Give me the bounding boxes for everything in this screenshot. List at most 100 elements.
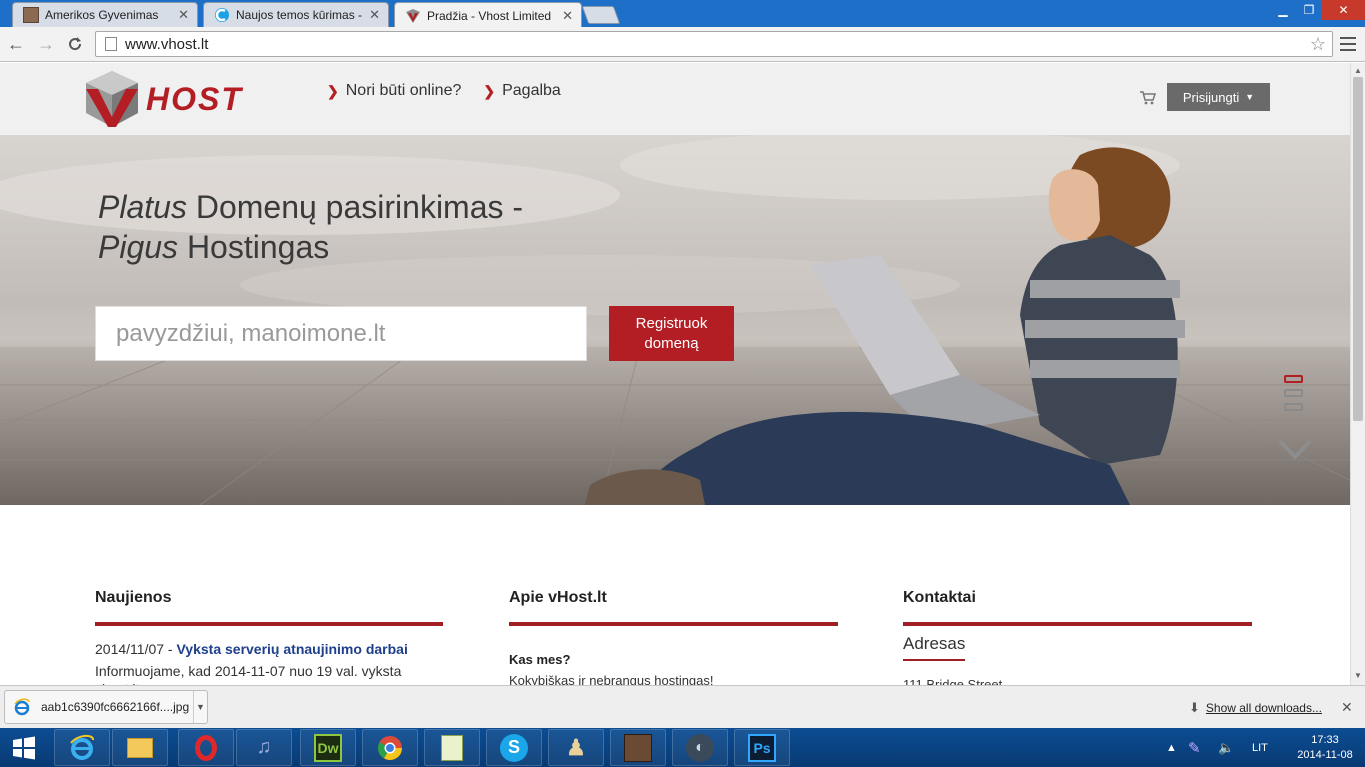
bookmark-star-icon[interactable]: ☆ <box>1310 34 1326 55</box>
taskbar-photoshop[interactable]: Ps <box>734 729 790 766</box>
tab-title: Pradžia - Vhost Limited <box>427 8 552 23</box>
language-indicator[interactable]: LIT <box>1252 728 1268 767</box>
about-answer: Kokybiškas ir nebrangus hostingas! <box>509 673 714 685</box>
taskbar-opera[interactable] <box>178 729 234 766</box>
chrome-icon <box>376 734 404 762</box>
column-heading: Apie vHost.lt <box>509 589 838 626</box>
forum-favicon-icon <box>214 7 230 23</box>
scrollbar-thumb[interactable] <box>1353 77 1363 421</box>
login-label: Prisijungti <box>1182 89 1240 105</box>
chevron-down-icon[interactable]: ▼ <box>193 691 207 723</box>
pen-icon[interactable]: ✎ <box>1188 728 1201 767</box>
vhost-logo[interactable]: HOST <box>82 69 243 129</box>
close-window-icon[interactable]: ✕ <box>1322 0 1365 20</box>
main-nav: ❯ Nori būti online? ❯ Pagalba <box>327 82 561 100</box>
address-bar[interactable]: www.vhost.lt ☆ <box>95 31 1333 57</box>
dreamweaver-icon: Dw <box>314 733 342 762</box>
domain-search-input[interactable]: pavyzdžiui, manoimone.lt <box>95 306 587 361</box>
news-title-link[interactable]: Vykstа serverių atnaujinimo darbai <box>176 641 407 657</box>
logo-text: HOST <box>146 80 243 117</box>
downloads-bar: aab1c6390fc6662166f....jpg ▼ ⬇ Show all … <box>0 685 1365 728</box>
close-icon[interactable]: ✕ <box>178 7 189 23</box>
taskbar-skype[interactable]: S <box>486 729 542 766</box>
scroll-up-icon[interactable]: ▲ <box>1354 66 1362 75</box>
minimize-icon[interactable]: ▁ <box>1270 0 1296 20</box>
vhost-favicon-icon <box>405 8 421 24</box>
clock-date: 2014-11-08 <box>1297 749 1353 761</box>
news-date: 2014/11/07 <box>95 641 165 657</box>
menu-icon[interactable] <box>1340 35 1356 53</box>
nav-label: Nori būti online? <box>345 82 462 99</box>
news-item: 2014/11/07 - Vykstа serverių atnaujinimo… <box>95 641 443 657</box>
info-columns: Naujienos 2014/11/07 - Vykstа serverių a… <box>0 505 1350 685</box>
taskbar-dreamweaver[interactable]: Dw <box>300 729 356 766</box>
taskbar-notepad[interactable] <box>424 729 480 766</box>
slider-dot[interactable] <box>1284 375 1303 383</box>
windows-taskbar: ♫ Dw S ♟ ◐ Ps ▲ ✎ 🔈 LIT 17:33 2014-11-08 <box>0 728 1365 767</box>
volume-icon[interactable]: 🔈 <box>1218 728 1234 767</box>
scroll-down-icon[interactable]: ▼ <box>1354 671 1362 680</box>
skype-icon: S <box>500 733 528 762</box>
opera-icon <box>192 734 220 762</box>
itunes-icon: ♫ <box>256 736 272 758</box>
news-column: Naujienos 2014/11/07 - Vykstа serverių a… <box>95 589 443 685</box>
back-icon[interactable]: ← <box>4 33 28 55</box>
taskbar-itunes[interactable]: ♫ <box>236 729 292 766</box>
tab-naujos-temos[interactable]: Naujos temos kūrimas - Si ✕ <box>203 2 389 27</box>
address-street: 111 Bridge Street <box>903 677 1003 685</box>
tray-show-hidden-icon[interactable]: ▲ <box>1166 728 1177 767</box>
chevron-down-icon[interactable] <box>1278 438 1312 460</box>
taskbar-chess[interactable]: ♟ <box>548 729 604 766</box>
tab-title: Naujos temos kūrimas - Si <box>236 8 364 22</box>
slider-dots <box>1284 375 1303 411</box>
tab-amerikos-gyvenimas[interactable]: Amerikos Gyvenimas ✕ <box>12 2 198 27</box>
close-icon[interactable]: ✕ <box>562 8 573 24</box>
close-icon[interactable]: ✕ <box>369 7 380 23</box>
taskbar-steam[interactable]: ◐ <box>672 729 728 766</box>
slider-dot[interactable] <box>1284 403 1303 411</box>
start-button[interactable] <box>0 729 48 766</box>
hero-headline: Platus Domenų pasirinkimas - Pigus Hosti… <box>98 187 523 267</box>
clock[interactable]: 17:33 2014-11-08 <box>1295 733 1355 763</box>
close-icon[interactable]: ✕ <box>1341 699 1353 716</box>
nav-item-online[interactable]: ❯ Nori būti online? <box>327 82 461 100</box>
tab-pradzia-vhost[interactable]: Pradžia - Vhost Limited ✕ <box>394 2 582 28</box>
login-button[interactable]: Prisijungti ▼ <box>1167 83 1270 111</box>
chevron-down-icon: ▼ <box>1245 92 1255 102</box>
page-viewport: HOST ❯ Nori būti online? ❯ Pagalba Prisi… <box>0 63 1350 685</box>
cart-icon[interactable] <box>1140 91 1156 105</box>
taskbar-chrome[interactable] <box>362 729 418 766</box>
chevron-right-icon: ❯ <box>483 82 496 99</box>
chevron-right-icon: ❯ <box>327 82 339 99</box>
column-heading: Naujienos <box>95 589 443 626</box>
download-arrow-icon: ⬇ <box>1189 700 1200 715</box>
clock-time: 17:33 <box>1311 734 1339 746</box>
avatar-favicon-icon <box>23 7 39 23</box>
ie-icon <box>68 734 96 762</box>
news-text: Informuojame, kad 2014-11-07 nuo 19 val.… <box>95 663 402 685</box>
nav-item-pagalba[interactable]: ❯ Pagalba <box>483 82 560 100</box>
show-all-link[interactable]: Show all downloads... <box>1206 701 1322 715</box>
reload-icon[interactable] <box>63 33 87 55</box>
forward-icon[interactable]: → <box>34 33 58 55</box>
taskbar-ie[interactable] <box>54 729 110 766</box>
vhost-cube-logo-icon <box>86 71 138 127</box>
slider-dot[interactable] <box>1284 389 1303 397</box>
taskbar-explorer[interactable] <box>112 729 168 766</box>
download-item[interactable]: aab1c6390fc6662166f....jpg ▼ <box>4 690 208 724</box>
news-separator: - <box>164 641 177 657</box>
show-all-downloads[interactable]: ⬇ Show all downloads... <box>1189 700 1322 716</box>
ie-file-icon <box>14 698 30 716</box>
restore-icon[interactable]: ❐ <box>1296 0 1322 20</box>
browser-tab-strip: Amerikos Gyvenimas ✕ Naujos temos kūrima… <box>0 0 1365 28</box>
new-tab-button[interactable] <box>581 6 621 24</box>
tab-title: Amerikos Gyvenimas <box>45 8 159 22</box>
register-domain-button[interactable]: Registruok domeną <box>609 306 734 361</box>
folder-icon <box>126 734 154 762</box>
page-scrollbar[interactable]: ▲ ▼ <box>1350 63 1365 685</box>
browser-toolbar: ← → www.vhost.lt ☆ <box>0 27 1365 62</box>
about-column: Apie vHost.lt Kas mes? Kokybiškas ir neb… <box>509 589 838 685</box>
taskbar-game[interactable] <box>610 729 666 766</box>
headline-text: Hostingas <box>178 229 330 265</box>
hero-banner: Platus Domenų pasirinkimas - Pigus Hosti… <box>0 135 1350 505</box>
